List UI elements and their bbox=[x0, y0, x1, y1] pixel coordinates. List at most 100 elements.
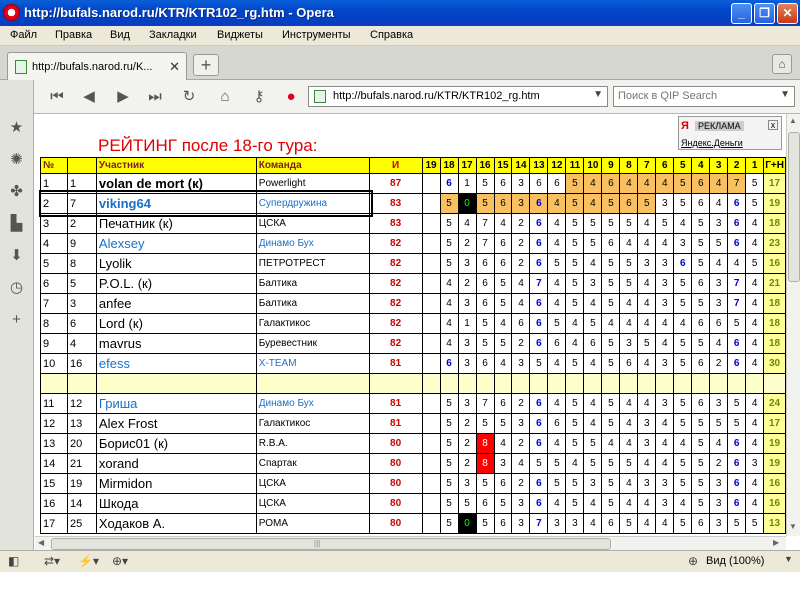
table-row: 15 19 Mirmidon ЦСКА 80 5 3 5 6 2 6 5 5 3 5 4 3 3 5 5 3 6 4 16 bbox=[40, 473, 786, 494]
tour-score: 5 bbox=[439, 253, 459, 274]
player-name: Печатник (к) bbox=[95, 213, 257, 234]
tour-score: 4 bbox=[745, 293, 765, 314]
tour-score: 4 bbox=[709, 333, 729, 354]
tour-score: 5 bbox=[673, 273, 693, 294]
grip-icon: ||| bbox=[314, 539, 321, 548]
rewind-icon[interactable]: ⏮ bbox=[46, 87, 68, 107]
points-total: 87 bbox=[368, 173, 423, 194]
fast-forward-icon[interactable]: ⏭ bbox=[144, 87, 166, 107]
player-name: Mirmidon bbox=[95, 473, 257, 494]
chevron-down-icon[interactable]: ▼ bbox=[780, 89, 790, 100]
home-icon[interactable]: ⌂ bbox=[214, 87, 236, 107]
forward-icon[interactable]: ▶ bbox=[112, 87, 134, 107]
tour-score: 6 bbox=[709, 313, 729, 334]
tour-score: 5 bbox=[601, 213, 621, 234]
tour-score: 4 bbox=[601, 313, 621, 334]
add-panel-icon[interactable]: + bbox=[7, 310, 26, 329]
row-position: 15 bbox=[40, 473, 68, 494]
wand-icon[interactable]: ⚷ bbox=[248, 87, 270, 107]
zoom-level[interactable]: Вид (100%) bbox=[706, 555, 764, 567]
tour-score bbox=[421, 513, 441, 534]
sync-icon[interactable]: ⇄▾ bbox=[44, 554, 60, 568]
address-field[interactable]: http://bufals.narod.ru/KTR/KTR102_rg.htm… bbox=[308, 86, 608, 107]
back-icon[interactable]: ◀ bbox=[78, 87, 100, 107]
tour-score: 4 bbox=[637, 293, 657, 314]
scroll-left-icon[interactable]: ◀ bbox=[38, 538, 44, 547]
tour-score: 4 bbox=[439, 313, 459, 334]
tour-score: 5 bbox=[673, 513, 693, 534]
tour-score: 4 bbox=[619, 233, 639, 254]
menu-edit[interactable]: Правка bbox=[55, 29, 92, 41]
menu-file[interactable]: Файл bbox=[10, 29, 37, 41]
chevron-down-icon[interactable]: ▼ bbox=[784, 554, 793, 564]
minimize-button[interactable]: _ bbox=[731, 3, 752, 24]
close-icon[interactable]: x bbox=[768, 120, 778, 130]
opera-menu-icon[interactable]: ● bbox=[280, 87, 302, 107]
below-window bbox=[0, 572, 800, 600]
tour-score: 4 bbox=[709, 253, 729, 274]
trash-icon[interactable]: ⌂ bbox=[772, 54, 792, 74]
scroll-thumb[interactable] bbox=[788, 132, 800, 282]
downloads-panel-icon[interactable]: ⬇ bbox=[7, 246, 26, 265]
separator-cell bbox=[745, 373, 765, 394]
tour-score: 4 bbox=[709, 193, 729, 214]
tour-score: 6 bbox=[529, 193, 549, 214]
tab-current[interactable]: http://bufals.narod.ru/K... ✕ bbox=[7, 52, 187, 80]
bookmarks-panel-icon[interactable]: ★ bbox=[7, 118, 26, 137]
menu-view[interactable]: Вид bbox=[110, 29, 130, 41]
tour-score: 2 bbox=[457, 453, 477, 474]
tour-score: 4 bbox=[619, 313, 639, 334]
header-tour: 11 bbox=[565, 157, 585, 174]
scroll-thumb-h[interactable]: ||| bbox=[51, 538, 611, 550]
menu-tools[interactable]: Инструменты bbox=[282, 29, 351, 41]
tour-score: 4 bbox=[547, 433, 567, 454]
menu-bookmarks[interactable]: Закладки bbox=[149, 29, 197, 41]
reload-icon[interactable]: ↻ bbox=[178, 87, 200, 107]
notes-panel-icon[interactable]: ▙ bbox=[7, 214, 26, 233]
ad-link[interactable]: Яндекс.Деньги bbox=[681, 138, 743, 148]
player-name: efess bbox=[95, 353, 257, 374]
tour-score: 6 bbox=[475, 493, 495, 514]
points-total: 80 bbox=[368, 513, 423, 534]
new-tab-button[interactable]: + bbox=[193, 54, 219, 76]
restore-button[interactable]: ❐ bbox=[754, 3, 775, 24]
unite-panel-icon[interactable]: ✤ bbox=[7, 182, 26, 201]
search-input[interactable] bbox=[618, 90, 768, 102]
menu-widgets[interactable]: Виджеты bbox=[217, 29, 263, 41]
points-total: 81 bbox=[368, 393, 423, 414]
history-panel-icon[interactable]: ◷ bbox=[7, 278, 26, 297]
tour-score: 5 bbox=[745, 513, 765, 534]
tour-score: 4 bbox=[673, 213, 693, 234]
tour-score: 5 bbox=[565, 473, 585, 494]
tab-close-icon[interactable]: ✕ bbox=[169, 59, 180, 75]
tour-score: 4 bbox=[547, 353, 567, 374]
tour-score: 5 bbox=[601, 293, 621, 314]
tour-score: 4 bbox=[619, 493, 639, 514]
gp-value: 24 bbox=[763, 393, 786, 414]
menu-help[interactable]: Справка bbox=[370, 29, 413, 41]
gp-value: 13 bbox=[763, 513, 786, 534]
chevron-down-icon[interactable]: ▼ bbox=[593, 89, 603, 100]
tour-score: 5 bbox=[583, 313, 603, 334]
search-field[interactable]: ▼ bbox=[613, 86, 795, 107]
turbo-icon[interactable]: ⚡▾ bbox=[78, 554, 99, 568]
tour-score: 6 bbox=[727, 353, 747, 374]
scroll-down-icon[interactable]: ▼ bbox=[789, 522, 797, 531]
tour-score: 4 bbox=[637, 273, 657, 294]
separator-cell bbox=[511, 373, 531, 394]
points-total: 83 bbox=[368, 193, 423, 214]
widgets-panel-icon[interactable]: ✺ bbox=[7, 150, 26, 169]
vertical-scrollbar[interactable]: ▲ ▼ bbox=[786, 114, 800, 536]
tour-score: 5 bbox=[583, 453, 603, 474]
scroll-up-icon[interactable]: ▲ bbox=[789, 116, 797, 125]
panel-toggle-icon[interactable]: ◧ bbox=[8, 554, 19, 568]
tour-score: 4 bbox=[709, 433, 729, 454]
tour-score: 2 bbox=[511, 213, 531, 234]
header-tour: 12 bbox=[547, 157, 567, 174]
points-total: 82 bbox=[368, 333, 423, 354]
horizontal-scrollbar[interactable]: ◀ ||| ▶ bbox=[35, 536, 786, 550]
tour-score: 6 bbox=[601, 513, 621, 534]
scroll-right-icon[interactable]: ▶ bbox=[773, 538, 779, 547]
close-button[interactable]: ✕ bbox=[777, 3, 798, 24]
unite-icon[interactable]: ⊕▾ bbox=[112, 554, 128, 568]
